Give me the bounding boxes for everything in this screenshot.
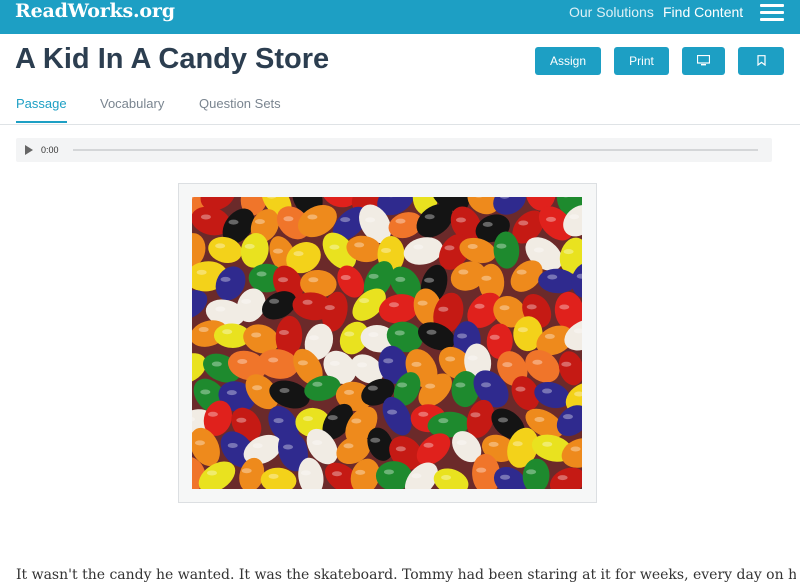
present-button[interactable] (682, 47, 725, 75)
bookmark-icon (756, 55, 766, 66)
passage-image-frame (178, 183, 597, 503)
audio-time: 0:00 (41, 145, 59, 155)
tab-question-sets[interactable]: Question Sets (199, 96, 281, 112)
nav-find-content[interactable]: Find Content (663, 4, 743, 20)
tab-vocabulary[interactable]: Vocabulary (100, 96, 164, 112)
passage-text: It wasn't the candy he wanted. It was th… (16, 567, 796, 583)
audio-progress-bar[interactable] (73, 149, 758, 151)
hamburger-menu-icon[interactable] (760, 2, 786, 22)
assign-button[interactable]: Assign (535, 47, 601, 75)
audio-player: 0:00 (16, 138, 772, 162)
page-title: A Kid In A Candy Store (15, 43, 330, 75)
bookmark-button[interactable] (738, 47, 784, 75)
tab-passage[interactable]: Passage (16, 96, 67, 123)
top-navbar: ReadWorks.org Our Solutions Find Content (0, 0, 800, 34)
nav-our-solutions[interactable]: Our Solutions (569, 4, 654, 20)
readworks-logo[interactable]: ReadWorks.org (15, 1, 175, 21)
print-button[interactable]: Print (614, 47, 669, 75)
passage-header: A Kid In A Candy Store Assign Print Pass… (0, 34, 800, 125)
jelly-beans-photo (192, 197, 582, 489)
play-icon[interactable] (25, 145, 33, 155)
monitor-icon (697, 55, 710, 66)
